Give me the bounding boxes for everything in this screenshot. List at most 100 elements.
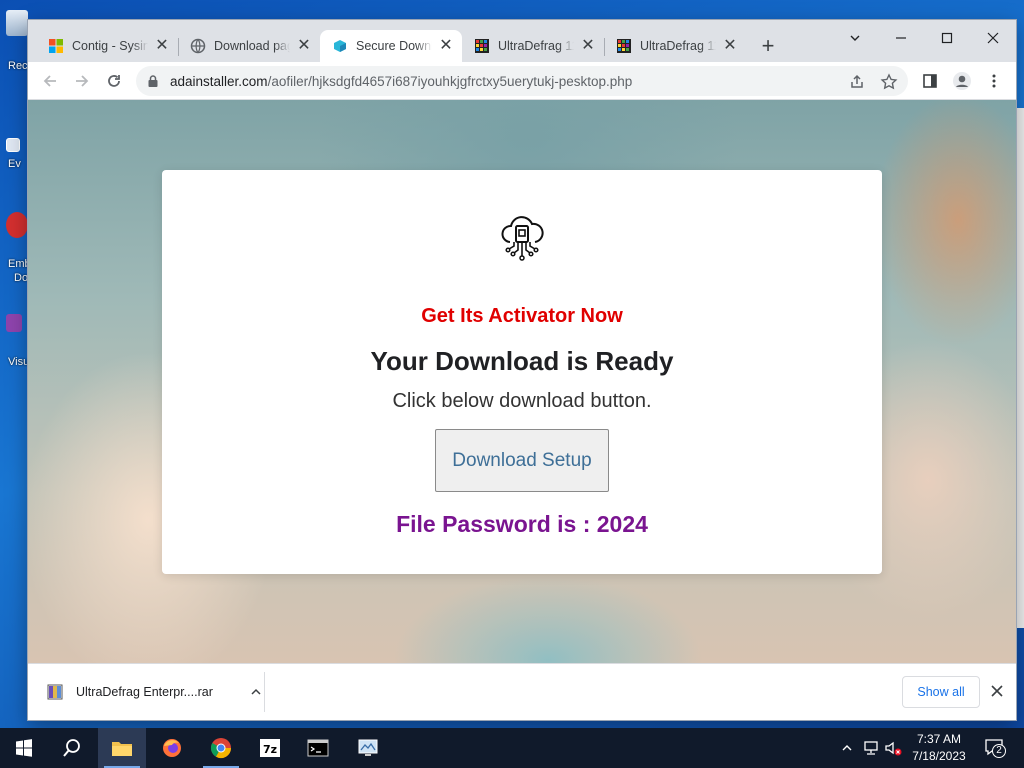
minimize-icon <box>896 37 906 39</box>
chevron-down-icon <box>850 35 860 41</box>
search-button[interactable] <box>48 728 96 768</box>
arrow-left-icon <box>43 75 56 87</box>
svg-text:7z: 7z <box>263 743 277 756</box>
side-panel-button[interactable] <box>916 67 944 95</box>
desktop-icon-event[interactable]: Ev <box>0 138 28 170</box>
tab-download-page[interactable]: Download page ✕ <box>178 30 320 62</box>
download-file-name: UltraDefrag Enterpr....rar <box>76 685 213 699</box>
tab-strip: Contig - Sysinternals ✕ Download page ✕ … <box>28 20 1016 62</box>
desktop-icon-embedded[interactable]: Emb Do <box>0 212 31 284</box>
microsoft-logo-icon <box>49 39 63 53</box>
clock-time: 7:37 AM <box>916 732 962 746</box>
forward-button[interactable] <box>68 67 96 95</box>
close-window-button[interactable] <box>970 24 1016 52</box>
taskbar-chrome[interactable] <box>197 728 245 768</box>
maximize-button[interactable] <box>924 24 970 52</box>
desktop-icon-label: Rec <box>8 60 28 72</box>
new-tab-button[interactable]: + <box>756 35 780 59</box>
lock-icon[interactable] <box>146 74 160 88</box>
7zip-icon: 7z <box>260 739 280 757</box>
rar-file-icon <box>47 684 63 700</box>
desktop-icon-recycle-bin[interactable]: Rec <box>0 10 28 72</box>
start-button[interactable] <box>0 728 48 768</box>
chevron-up-icon[interactable] <box>248 686 264 698</box>
taskbar-firefox[interactable] <box>148 728 196 768</box>
taskbar-file-explorer[interactable] <box>98 728 146 768</box>
bookmark-star-icon[interactable] <box>880 73 898 91</box>
network-button[interactable] <box>862 739 880 757</box>
ultradefrag-icon <box>617 39 631 53</box>
notification-count-badge: 2 <box>992 744 1006 758</box>
close-download-bar-button[interactable] <box>986 680 1008 702</box>
browser-window: Contig - Sysinternals ✕ Download page ✕ … <box>28 20 1016 720</box>
globe-icon <box>190 38 206 54</box>
clock-date: 7/18/2023 <box>912 749 966 763</box>
close-tab-icon[interactable]: ✕ <box>296 38 312 54</box>
browser-toolbar: adainstaller.com/aofiler/hjksdgfd4657i68… <box>28 62 1016 100</box>
search-icon <box>63 739 80 757</box>
desktop-icon-label: Ev <box>8 158 21 170</box>
url-path: /aofiler/hjksdgfd4657i687iyouhkjgfrctxy5… <box>267 73 633 89</box>
tab-title: UltraDefrag 11 <box>640 39 716 53</box>
page-title: Your Download is Ready <box>370 346 674 376</box>
volume-muted-icon <box>885 741 902 756</box>
desktop-icon-visual[interactable]: Visu <box>0 314 29 368</box>
reload-button[interactable] <box>100 67 128 95</box>
chevron-up-icon <box>842 745 852 751</box>
chrome-icon <box>210 738 232 759</box>
app-icon <box>6 212 28 238</box>
folder-icon <box>112 742 132 756</box>
share-icon[interactable] <box>848 73 866 91</box>
shortcut-icon <box>6 138 20 152</box>
desktop-icon-label: Visu <box>8 356 30 368</box>
avatar-icon <box>953 72 971 90</box>
close-tab-icon[interactable]: ✕ <box>154 38 170 54</box>
back-button[interactable] <box>36 67 64 95</box>
profile-button[interactable] <box>948 67 976 95</box>
terminal-icon <box>307 739 329 757</box>
monitor-app-icon <box>358 739 378 756</box>
show-all-button[interactable]: Show all <box>902 676 980 708</box>
ultradefrag-icon <box>475 39 489 53</box>
windows-logo-icon <box>16 739 32 757</box>
file-password-text: File Password is : 2024 <box>396 511 648 537</box>
cloud-chip-icon <box>501 216 544 261</box>
arrow-right-icon <box>76 75 89 87</box>
background-window-edge <box>1016 108 1024 628</box>
side-panel-icon <box>923 74 937 88</box>
close-tab-icon[interactable]: ✕ <box>438 38 454 54</box>
tab-title: Download page <box>214 39 290 53</box>
tab-search-button[interactable] <box>832 24 878 52</box>
firefox-icon <box>163 739 181 757</box>
close-icon <box>991 685 1003 697</box>
system-clock[interactable]: 7:37 AM 7/18/2023 <box>906 731 972 765</box>
network-icon <box>864 741 878 755</box>
desktop-icon-label: Do <box>14 272 29 284</box>
taskbar-7zip[interactable]: 7z <box>246 728 294 768</box>
download-setup-button[interactable]: Download Setup <box>435 429 609 492</box>
download-card: Get Its Activator Now Your Download is R… <box>162 170 882 574</box>
address-bar[interactable]: adainstaller.com/aofiler/hjksdgfd4657i68… <box>136 66 908 96</box>
close-tab-icon[interactable]: ✕ <box>722 38 738 54</box>
minimize-button[interactable] <box>878 24 924 52</box>
tab-secure-download[interactable]: Secure Download ✕ <box>320 30 462 62</box>
close-tab-icon[interactable]: ✕ <box>580 38 596 54</box>
show-hidden-icons-button[interactable] <box>838 739 856 757</box>
web-page: Get Its Activator Now Your Download is R… <box>28 100 1016 663</box>
taskbar-terminal[interactable] <box>294 728 342 768</box>
divider <box>264 672 265 712</box>
tab-ultradefrag-1[interactable]: UltraDefrag 11 ✕ <box>462 30 604 62</box>
close-icon <box>987 32 999 44</box>
reload-icon <box>108 75 120 87</box>
tab-ultradefrag-2[interactable]: UltraDefrag 11 ✕ <box>604 30 746 62</box>
taskbar-app[interactable] <box>344 728 392 768</box>
url-host: adainstaller.com <box>170 73 268 89</box>
menu-button[interactable] <box>980 67 1008 95</box>
download-item[interactable]: UltraDefrag Enterpr....rar <box>46 674 264 710</box>
volume-button[interactable] <box>884 739 902 757</box>
tab-title: Contig - Sysinternals <box>72 39 148 53</box>
tab-contig[interactable]: Contig - Sysinternals ✕ <box>36 30 178 62</box>
visual-studio-icon <box>6 314 22 332</box>
action-center-button[interactable]: 2 <box>984 738 1006 758</box>
url-text: adainstaller.com/aofiler/hjksdgfd4657i68… <box>170 74 632 89</box>
